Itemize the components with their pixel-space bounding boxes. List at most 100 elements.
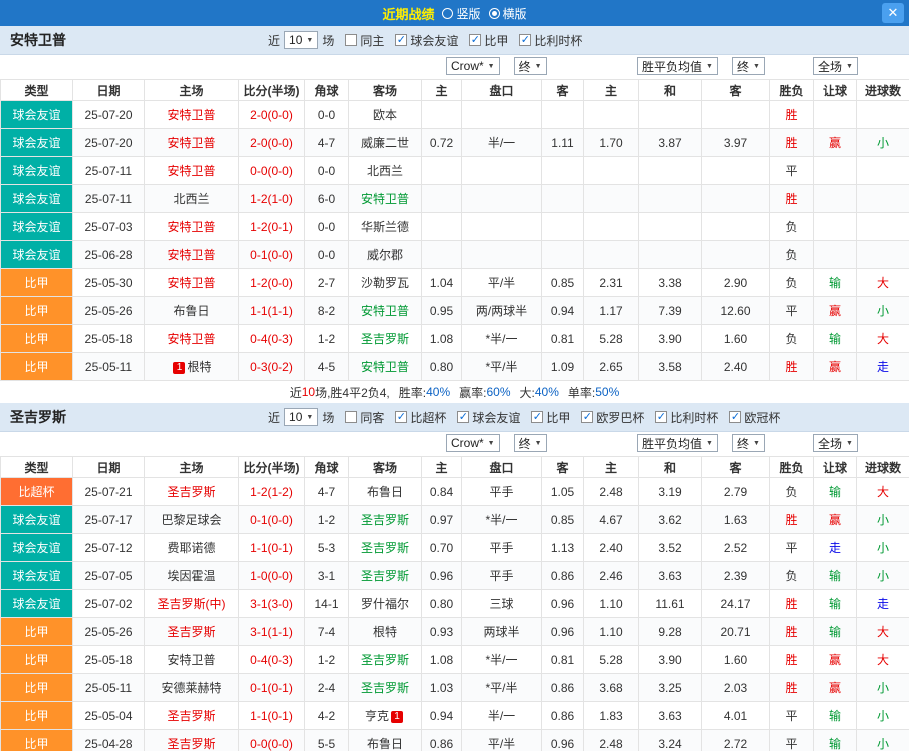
red-card-badge: 1: [173, 362, 185, 374]
odds-stage-select[interactable]: 终: [514, 434, 547, 452]
filter-league[interactable]: 比甲: [469, 32, 508, 49]
eu-away-odds-cell: 2.90: [702, 269, 770, 297]
odds-company-value: Crow*: [451, 436, 484, 450]
ah-away-odds-cell: 1.09: [542, 353, 584, 381]
ah-home-odds-cell: 0.84: [422, 478, 462, 506]
filter-same-home[interactable]: 同主: [345, 32, 384, 49]
result-cell: 平: [770, 157, 814, 185]
ou-result-cell: [857, 185, 909, 213]
filter-super-cup[interactable]: 比超杯: [395, 409, 446, 426]
team-name-text: 安特卫普: [167, 276, 215, 290]
away-team-cell: 圣吉罗斯: [349, 506, 422, 534]
eu-home-odds-cell: [584, 213, 639, 241]
result-cell: 负: [770, 478, 814, 506]
ah-away-odds-cell: [542, 157, 584, 185]
match-count-select[interactable]: 10: [284, 31, 318, 49]
score-cell: 3-1(1-1): [239, 618, 305, 646]
away-team-cell: 圣吉罗斯: [349, 674, 422, 702]
corners-cell: 2-4: [305, 674, 349, 702]
filter-league[interactable]: 比甲: [531, 409, 570, 426]
filter-belgian-cup[interactable]: 比利时杯: [519, 32, 582, 49]
date-cell: 25-06-28: [73, 241, 145, 269]
handicap-result-cell: [814, 101, 857, 129]
recent-count-group: 近 10 场: [268, 31, 334, 49]
score-cell: 2-0(0-0): [239, 129, 305, 157]
away-team-cell: 亨克1: [349, 702, 422, 730]
avg-odds-select[interactable]: 胜平负均值: [637, 434, 718, 452]
eu-home-odds-cell: 2.48: [584, 478, 639, 506]
home-team-cell: 巴黎足球会: [145, 506, 239, 534]
corners-cell: 4-2: [305, 702, 349, 730]
corners-cell: 0-0: [305, 101, 349, 129]
layout-option-horizontal[interactable]: 横版: [489, 5, 527, 22]
checkbox-icon: [469, 34, 481, 46]
home-team-cell: 安特卫普: [145, 213, 239, 241]
red-card-badge: 1: [391, 711, 403, 723]
filter-label: 同客: [360, 409, 384, 426]
filter-europa-league[interactable]: 欧罗巴杯: [581, 409, 644, 426]
scope-select[interactable]: 全场: [813, 57, 858, 75]
close-button[interactable]: ✕: [882, 3, 904, 23]
league-type-cell: 球会友谊: [1, 157, 73, 185]
score-cell: 0-3(0-2): [239, 353, 305, 381]
handicap-cell: [462, 157, 542, 185]
result-cell: 胜: [770, 353, 814, 381]
handicap-cell: *半/一: [462, 506, 542, 534]
handicap-result-cell: 输: [814, 562, 857, 590]
filter-area: 近 10 场 同主球会友谊比甲比利时杯: [268, 31, 582, 49]
near-prefix-label: 近: [268, 409, 280, 426]
match-row: 球会友谊25-07-11安特卫普0-0(0-0)0-0北西兰平: [1, 157, 909, 185]
team-name-text: 安特卫普: [167, 136, 215, 150]
team-name-text: 罗什福尔: [361, 597, 409, 611]
filter-friendly[interactable]: 球会友谊: [395, 32, 458, 49]
filter-same-away[interactable]: 同客: [345, 409, 384, 426]
corners-cell: 14-1: [305, 590, 349, 618]
home-team-cell: 安特卫普: [145, 646, 239, 674]
scope-select[interactable]: 全场: [813, 434, 858, 452]
odds-company-value: Crow*: [451, 59, 484, 73]
layout-option-vertical[interactable]: 竖版: [442, 5, 480, 22]
team-name-text: 欧本: [373, 108, 397, 122]
filter-belgian-cup[interactable]: 比利时杯: [655, 409, 718, 426]
ah-home-odds-cell: [422, 157, 462, 185]
column-header: 胜负: [770, 457, 814, 478]
away-team-cell: 威尔郡: [349, 241, 422, 269]
away-team-cell: 圣吉罗斯: [349, 534, 422, 562]
near-prefix-label: 近: [268, 32, 280, 49]
corners-cell: 2-7: [305, 269, 349, 297]
odds-company-select[interactable]: Crow*: [446, 434, 500, 452]
score-cell: 0-4(0-3): [239, 646, 305, 674]
avg-stage-select[interactable]: 终: [732, 434, 765, 452]
filter-friendly[interactable]: 球会友谊: [457, 409, 520, 426]
eu-home-odds-cell: [584, 101, 639, 129]
eu-away-odds-cell: 1.60: [702, 646, 770, 674]
home-team-cell: 圣吉罗斯: [145, 702, 239, 730]
topbar-center: 近期战绩 竖版 横版: [382, 4, 526, 23]
result-cell: 负: [770, 213, 814, 241]
near-suffix-label: 场: [322, 32, 334, 49]
ou-result-cell: 小: [857, 534, 909, 562]
handicap-cell: 两/两球半: [462, 297, 542, 325]
avg-odds-select[interactable]: 胜平负均值: [637, 57, 718, 75]
eu-draw-odds-cell: [639, 213, 702, 241]
score-cell: 0-0(0-0): [239, 157, 305, 185]
match-row: 比甲25-05-26布鲁日1-1(1-1)8-2安特卫普0.95两/两球半0.9…: [1, 297, 909, 325]
team-name-text: 安特卫普: [167, 164, 215, 178]
date-cell: 25-07-11: [73, 185, 145, 213]
away-team-cell: 沙勒罗瓦: [349, 269, 422, 297]
ah-away-odds-cell: 0.86: [542, 702, 584, 730]
score-cell: 0-1(0-0): [239, 241, 305, 269]
home-team-cell: 圣吉罗斯: [145, 478, 239, 506]
team-name-text: 圣吉罗斯: [167, 737, 215, 751]
result-cell: 胜: [770, 101, 814, 129]
filter-champions-league[interactable]: 欧冠杯: [729, 409, 780, 426]
away-team-cell: 北西兰: [349, 157, 422, 185]
team-name-text: 安特卫普: [361, 304, 409, 318]
odds-stage-select[interactable]: 终: [514, 57, 547, 75]
checkbox-icon: [457, 411, 469, 423]
odds-company-select[interactable]: Crow*: [446, 57, 500, 75]
team-name-text: 安德莱赫特: [161, 681, 221, 695]
home-team-cell: 圣吉罗斯: [145, 618, 239, 646]
avg-stage-select[interactable]: 终: [732, 57, 765, 75]
match-count-select[interactable]: 10: [284, 408, 318, 426]
